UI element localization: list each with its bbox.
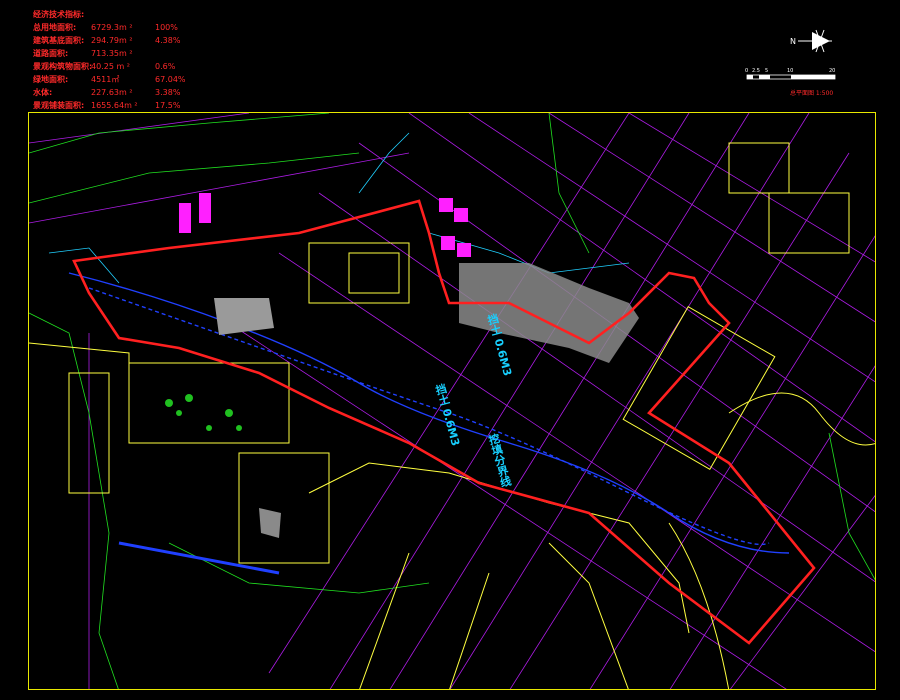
site-plan-drawing bbox=[29, 113, 875, 689]
legend-value: 227.63m ² bbox=[91, 88, 133, 97]
north-label: N bbox=[790, 37, 796, 46]
legend-label: 水体: bbox=[33, 88, 53, 97]
legend-percent: 17.5% bbox=[155, 101, 181, 110]
legend-label: 景观铺装面积: bbox=[33, 101, 85, 110]
scale-tick: 20 bbox=[829, 68, 835, 74]
paved-plaza bbox=[214, 263, 639, 538]
legend-row: 道路面积: 713.35m ² bbox=[33, 47, 195, 60]
legend-row: 水体: 227.63m ² 3.38% bbox=[33, 86, 195, 99]
legend-row: 绿地面积: 4511㎡ 67.04% bbox=[33, 73, 195, 86]
legend-row: 景观构筑物面积: 40.25 m ² 0.6% bbox=[33, 60, 195, 73]
legend-title: 经济技术指标: bbox=[33, 8, 195, 21]
legend-value: 1655.64m ² bbox=[91, 101, 138, 110]
legend-label: 建筑基底面积: bbox=[33, 36, 85, 45]
legend-row: 总用地面积: 6729.3m ² 100% bbox=[33, 21, 195, 34]
legend-label: 绿地面积: bbox=[33, 75, 69, 84]
landscape-trees bbox=[165, 394, 242, 431]
legend-value: 40.25 m ² bbox=[91, 62, 130, 71]
scale-tick: 5 bbox=[765, 68, 768, 74]
legend-percent: 67.04% bbox=[155, 75, 186, 84]
legend-label: 总用地面积: bbox=[33, 23, 77, 32]
legend-label: 道路面积: bbox=[33, 49, 69, 58]
legend-value: 713.35m ² bbox=[91, 49, 133, 58]
scale-tick: 0 bbox=[745, 68, 748, 74]
legend-title-text: 经济技术指标: bbox=[33, 10, 85, 19]
legend-percent bbox=[155, 47, 195, 60]
legend-value: 6729.3m ² bbox=[91, 23, 133, 32]
technical-indicators: 经济技术指标: 总用地面积: 6729.3m ² 100% 建筑基底面积: 29… bbox=[33, 8, 195, 112]
legend-percent: 0.6% bbox=[155, 62, 176, 71]
scale-bar: 0 2.5 5 10 20 bbox=[745, 68, 836, 80]
legend-percent: 4.38% bbox=[155, 36, 181, 45]
legend-percent: 100% bbox=[155, 23, 178, 32]
legend-percent: 3.38% bbox=[155, 88, 181, 97]
scale-caption: 总平面图 1:500 bbox=[790, 90, 834, 97]
legend-row: 景观铺装面积: 1655.64m ² 17.5% bbox=[33, 99, 195, 112]
legend-value: 294.79m ² bbox=[91, 36, 133, 45]
scale-tick: 10 bbox=[787, 68, 793, 74]
north-arrow-icon: N bbox=[790, 29, 832, 53]
legend-row: 建筑基底面积: 294.79m ² 4.38% bbox=[33, 34, 195, 47]
legend-label: 景观构筑物面积: bbox=[33, 62, 93, 71]
scale-tick: 2.5 bbox=[752, 68, 760, 74]
legend-value: 4511㎡ bbox=[91, 75, 120, 84]
site-plan-frame: 挡土 0.6M3 挡土 0.6M3 挖填分界线 bbox=[28, 112, 876, 690]
